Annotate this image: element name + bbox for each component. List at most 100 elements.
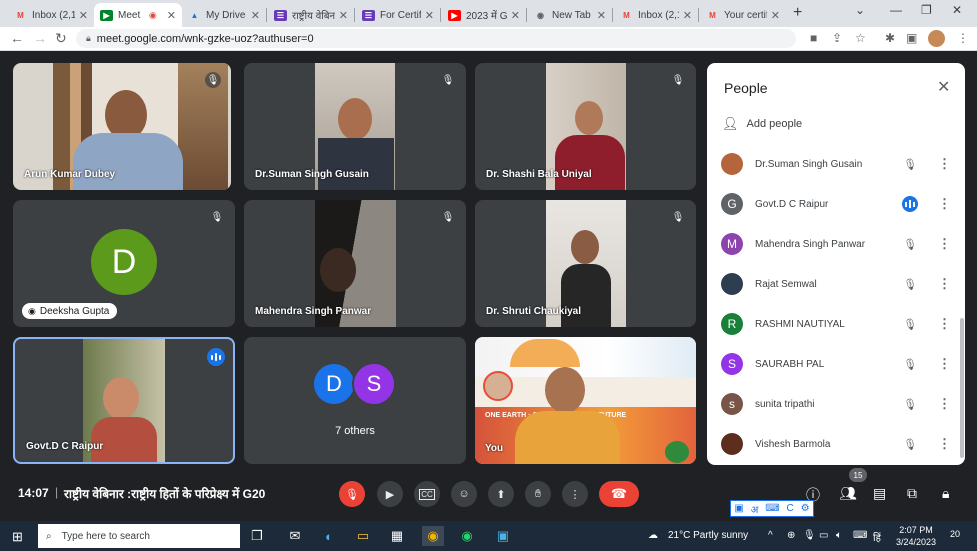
network-icon[interactable]: ▭ xyxy=(819,530,828,541)
language-indicator[interactable]: हिं xyxy=(873,530,881,544)
ime-toolbar[interactable]: ▣ अ ⌨ C ⚙ xyxy=(730,500,814,517)
more-options-icon[interactable]: ⋮ xyxy=(938,356,951,372)
file-explorer-icon[interactable]: ▭ xyxy=(352,526,374,546)
more-options-icon[interactable]: ⋮ xyxy=(938,276,951,292)
restore-icon[interactable]: ❐ xyxy=(921,3,932,17)
camera-toggle-button[interactable]: ▶ xyxy=(377,481,403,507)
host-controls-icon[interactable]: 🔒︎ xyxy=(942,485,949,502)
banner-photo xyxy=(483,371,513,401)
browser-tab-3[interactable]: ☰ राष्ट्रीय वेबिनार ✕ xyxy=(268,3,354,27)
weather-icon[interactable]: ☁ xyxy=(648,530,658,541)
forward-icon[interactable]: → xyxy=(33,30,47,46)
browser-tab-0[interactable]: M Inbox (2,1 ✕ xyxy=(8,3,94,27)
emoji-reactions-button[interactable]: ☺ xyxy=(451,481,477,507)
people-scrollbar[interactable] xyxy=(960,318,964,458)
more-options-icon[interactable]: ⋮ xyxy=(938,316,951,332)
more-options-icon[interactable]: ⋮ xyxy=(938,396,951,412)
taskbar-search-box[interactable]: ⌕ Type here to search xyxy=(38,524,240,548)
more-options-icon[interactable]: ⋮ xyxy=(938,436,951,452)
participant-face xyxy=(103,377,139,419)
windows-start-icon[interactable]: ⊞ xyxy=(12,529,23,545)
whatsapp-icon[interactable]: ◉ xyxy=(456,526,478,546)
participant-tile[interactable]: 🎙︎ Dr.Suman Singh Gusain xyxy=(244,63,466,190)
people-list-item[interactable]: Rajat Semwal 🎙︎ ⋮ xyxy=(721,264,951,304)
more-options-icon[interactable]: ⋮ xyxy=(938,156,951,172)
present-screen-button[interactable]: ⬆ xyxy=(488,481,514,507)
more-options-icon[interactable]: ⋮ xyxy=(938,196,951,212)
browser-tab-8[interactable]: M Your certifi ✕ xyxy=(700,3,786,27)
participant-tile[interactable]: 🎙︎ Dr. Shruti Chaukiyal xyxy=(475,200,696,327)
browser-tab-6[interactable]: ◉ New Tab ✕ xyxy=(528,3,612,27)
people-list-item[interactable]: Vishesh Barmola 🎙︎ ⋮ xyxy=(721,424,951,464)
new-tab-icon[interactable]: + xyxy=(793,4,802,22)
people-list-item[interactable]: M Mahendra Singh Panwar 🎙︎ ⋮ xyxy=(721,224,951,264)
chat-icon[interactable]: ▤ xyxy=(873,485,886,502)
volume-icon[interactable]: 🔈︎ xyxy=(836,530,842,541)
captions-button[interactable]: CC xyxy=(414,481,440,507)
chrome-taskbar-icon[interactable]: ◉ xyxy=(422,526,444,546)
participant-tile[interactable]: 🎙︎ Arun Kumar Dubey xyxy=(13,63,231,190)
extensions-icon[interactable]: ✱ xyxy=(885,31,895,45)
camera-in-use-icon[interactable]: ■ xyxy=(810,31,817,45)
close-tab-icon[interactable]: ✕ xyxy=(167,9,176,22)
close-tab-icon[interactable]: ✕ xyxy=(597,9,606,22)
close-tab-icon[interactable]: ✕ xyxy=(339,9,348,22)
mic-toggle-button[interactable]: 🎙︎ xyxy=(339,481,365,507)
more-options-button[interactable]: ⋮ xyxy=(562,481,588,507)
self-tile[interactable]: ONE EARTH · ONE FAMILY · ONE FUTURE You xyxy=(475,337,696,464)
more-options-icon[interactable]: ⋮ xyxy=(938,236,951,252)
raise-hand-button[interactable]: ✋︎ xyxy=(525,481,551,507)
side-panel-icon[interactable]: ▣ xyxy=(906,31,917,45)
participant-tile-active-speaker[interactable]: Govt.D C Raipur xyxy=(13,337,235,464)
tray-overflow-icon[interactable]: ^ xyxy=(768,530,773,541)
keyboard-icon[interactable]: ⌨ xyxy=(853,530,867,541)
browser-tab-7[interactable]: M Inbox (2,1 ✕ xyxy=(614,3,698,27)
back-icon[interactable]: ← xyxy=(10,30,24,46)
close-tab-icon[interactable]: ✕ xyxy=(771,9,780,22)
close-panel-icon[interactable]: ✕ xyxy=(937,77,950,97)
notifications-icon[interactable]: 20 xyxy=(950,529,960,539)
close-tab-icon[interactable]: ✕ xyxy=(251,9,260,22)
add-people-button[interactable]: 👤︎ Add people xyxy=(722,116,802,132)
profile-avatar[interactable] xyxy=(928,30,945,47)
mail-icon[interactable]: ✉ xyxy=(284,526,306,546)
store-icon[interactable]: ▦ xyxy=(386,526,408,546)
close-window-icon[interactable]: ✕ xyxy=(952,3,962,17)
tab-title: My Drive - xyxy=(206,9,247,21)
close-tab-icon[interactable]: ✕ xyxy=(511,9,520,22)
browser-tab-5[interactable]: ▶ 2023 में G ✕ xyxy=(442,3,526,27)
bookmark-star-icon[interactable]: ☆ xyxy=(855,31,866,45)
weather-text[interactable]: 21°C Partly sunny xyxy=(668,530,748,541)
tab-search-icon[interactable]: ⌄ xyxy=(855,3,865,17)
leave-call-button[interactable]: ☎︎ xyxy=(599,481,639,507)
close-tab-icon[interactable]: ✕ xyxy=(683,9,692,22)
address-bar[interactable]: 🔒︎ meet.google.com/wnk-gzke-uoz?authuser… xyxy=(76,29,796,48)
browser-tab-2[interactable]: ▲ My Drive - ✕ xyxy=(182,3,266,27)
close-tab-icon[interactable]: ✕ xyxy=(79,9,88,22)
others-tile[interactable]: D S 7 others xyxy=(244,337,466,464)
browser-tab-meet[interactable]: ▶ Meet ◉ ✕ xyxy=(94,3,182,27)
people-list-item[interactable]: S SAURABH PAL 🎙︎ ⋮ xyxy=(721,344,951,384)
meet-tray-icon[interactable]: ⊕ xyxy=(787,530,795,541)
people-icon[interactable]: 👥︎ xyxy=(839,485,857,502)
people-list-item[interactable]: s sunita tripathi 🎙︎ ⋮ xyxy=(721,384,951,424)
close-tab-icon[interactable]: ✕ xyxy=(425,9,434,22)
edge-icon[interactable]: ◐ xyxy=(318,526,340,546)
chrome-menu-icon[interactable]: ⋮ xyxy=(957,31,969,45)
reload-icon[interactable]: ↻ xyxy=(55,30,67,47)
people-list-item[interactable]: Dr.Suman Singh Gusain 🎙︎ ⋮ xyxy=(721,144,951,184)
activities-icon[interactable]: ⧉ xyxy=(907,485,917,502)
share-icon[interactable]: ⇪ xyxy=(832,31,842,45)
participant-tile[interactable]: 🎙︎ Mahendra Singh Panwar xyxy=(244,200,466,327)
minimize-icon[interactable]: — xyxy=(890,3,902,17)
microphone-tray-icon[interactable]: 🎙︎ xyxy=(803,530,816,541)
lock-icon[interactable]: 🔒︎ xyxy=(86,33,91,44)
participant-tile[interactable]: 🎙︎ Dr. Shashi Bala Uniyal xyxy=(475,63,696,190)
taskbar-clock[interactable]: 2:07 PM 3/24/2023 xyxy=(896,524,936,548)
people-list-item[interactable]: R RASHMI NAUTIYAL 🎙︎ ⋮ xyxy=(721,304,951,344)
people-list-item[interactable]: G Govt.D C Raipur ⋮ xyxy=(721,184,951,224)
participant-tile[interactable]: D 🎙︎ ◉ Deeksha Gupta xyxy=(13,200,235,327)
task-view-icon[interactable]: ❐ xyxy=(246,526,268,546)
browser-tab-4[interactable]: ☰ For Certifi ✕ xyxy=(356,3,440,27)
app-window-icon[interactable]: ▣ xyxy=(492,526,514,546)
